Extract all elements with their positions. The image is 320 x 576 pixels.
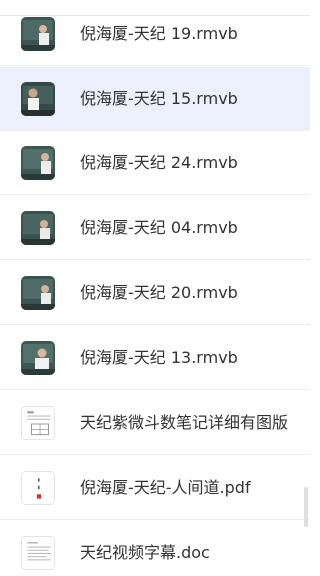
file-row-selected[interactable]: 倪海厦-天纪 15.rmvb — [0, 67, 310, 131]
file-row[interactable]: 天纪视频字幕.doc — [0, 521, 310, 576]
file-row[interactable]: 天纪紫微斗数笔记详细有图版 — [0, 391, 310, 455]
file-name: 倪海厦-天纪 24.rmvb — [80, 153, 238, 172]
pdf-thumbnail-icon — [21, 471, 55, 505]
file-name: 倪海厦-天纪 15.rmvb — [80, 89, 238, 108]
file-name: 天纪紫微斗数笔记详细有图版 — [80, 413, 289, 432]
file-name: 倪海厦-天纪 13.rmvb — [80, 348, 238, 367]
file-name: 天纪视频字幕.doc — [80, 543, 210, 562]
video-thumbnail-icon — [21, 146, 55, 180]
doc-thumbnail-icon — [21, 536, 55, 570]
file-row[interactable]: 倪海厦-天纪 24.rmvb — [0, 131, 310, 195]
file-list: 倪海厦-天纪 19.rmvb 倪海厦-天纪 15.rmvb 倪海厦-天纪 24.… — [0, 0, 310, 576]
file-row[interactable]: 倪海厦-天纪 20.rmvb — [0, 261, 310, 325]
file-row[interactable]: 倪海厦-天纪 04.rmvb — [0, 196, 310, 260]
video-thumbnail-icon — [21, 276, 55, 310]
video-thumbnail-icon — [21, 211, 55, 245]
document-thumbnail-icon — [21, 406, 55, 440]
file-name: 倪海厦-天纪 20.rmvb — [80, 283, 238, 302]
file-name: 倪海厦-天纪 04.rmvb — [80, 218, 238, 237]
file-row[interactable]: 倪海厦-天纪 13.rmvb — [0, 326, 310, 390]
video-thumbnail-icon — [21, 82, 55, 116]
file-name: 倪海厦-天纪 19.rmvb — [80, 24, 238, 43]
file-row[interactable]: 倪海厦-天纪-人间道.pdf — [0, 456, 310, 520]
scrollbar-thumb[interactable] — [304, 487, 308, 527]
file-row[interactable]: 倪海厦-天纪 19.rmvb — [0, 2, 310, 66]
file-name: 倪海厦-天纪-人间道.pdf — [80, 478, 251, 497]
video-thumbnail-icon — [21, 341, 55, 375]
video-thumbnail-icon — [21, 17, 55, 51]
